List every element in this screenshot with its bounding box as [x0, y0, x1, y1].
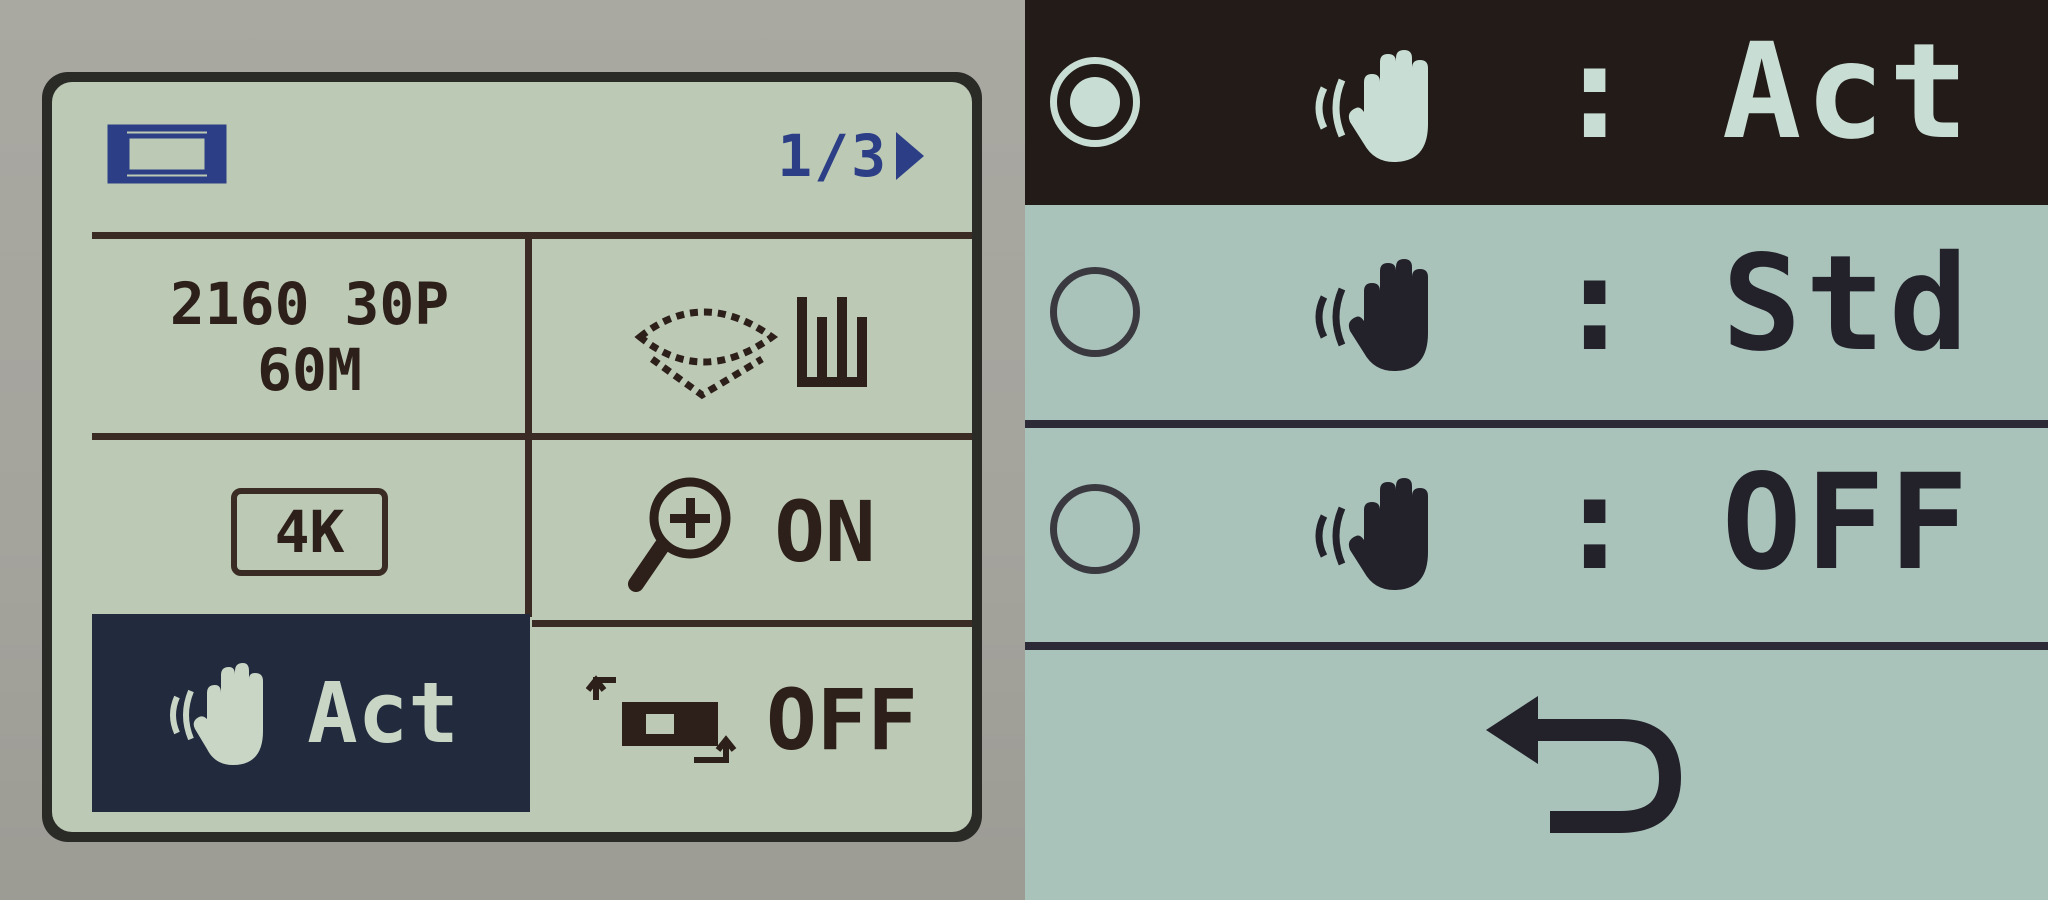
magnifier-plus-icon	[628, 477, 731, 592]
recording-format-line2: 60M	[257, 335, 362, 404]
af-area-icon	[634, 296, 867, 399]
option-label-act: : Act	[1555, 15, 1973, 169]
camera-body: 1/3 2160 30P 60M 4K ON Act OFF	[0, 0, 1025, 900]
stabilizer-status: Act	[307, 664, 459, 762]
radio-unselected[interactable]	[1050, 267, 1140, 357]
recording-format-cell[interactable]: 2160 30P 60M	[92, 239, 527, 434]
zoom-cell[interactable]: ON	[532, 439, 972, 624]
shaking-hand-icon	[1315, 50, 1428, 162]
autofocus-cell[interactable]	[532, 239, 972, 434]
grid-divider-top	[92, 232, 972, 239]
page-indicator-text: 1/3	[777, 122, 888, 190]
power-cell[interactable]: OFF	[532, 627, 972, 812]
stabilizer-option-off[interactable]: : OFF	[1025, 428, 2048, 638]
shaking-hand-icon	[1315, 478, 1428, 590]
lcd-screen: 1/3 2160 30P 60M 4K ON Act OFF	[52, 82, 972, 832]
radio-unselected[interactable]	[1050, 484, 1140, 574]
option-label-std: : Std	[1555, 227, 1973, 381]
option-label-off: : OFF	[1555, 446, 1973, 600]
resolution-cell[interactable]: 4K	[92, 439, 527, 624]
return-arrow-icon[interactable]	[1480, 690, 1690, 840]
zoom-status: ON	[774, 482, 876, 581]
stabilizer-cell[interactable]: Act	[92, 614, 530, 812]
film-strip-icon	[107, 124, 227, 184]
radio-selected[interactable]	[1050, 57, 1140, 147]
right-triangle-icon	[896, 132, 924, 180]
power-status: OFF	[766, 670, 918, 769]
recording-format-line1: 2160 30P	[169, 269, 450, 338]
resolution-badge: 4K	[230, 487, 389, 576]
menu-divider	[1025, 642, 2048, 650]
camera-rotate-icon	[586, 674, 737, 763]
shaking-hand-icon	[170, 663, 264, 765]
stabilizer-option-std[interactable]: : Std	[1025, 205, 2048, 420]
shaking-hand-icon	[1315, 259, 1428, 371]
stabilizer-option-act[interactable]: : Act	[1025, 0, 2048, 205]
menu-divider	[1025, 420, 2048, 428]
lcd-status-bar: 1/3	[52, 82, 972, 227]
stabilizer-menu: : Act : Std : OFF	[1025, 0, 2048, 900]
page-indicator[interactable]: 1/3	[777, 122, 924, 190]
